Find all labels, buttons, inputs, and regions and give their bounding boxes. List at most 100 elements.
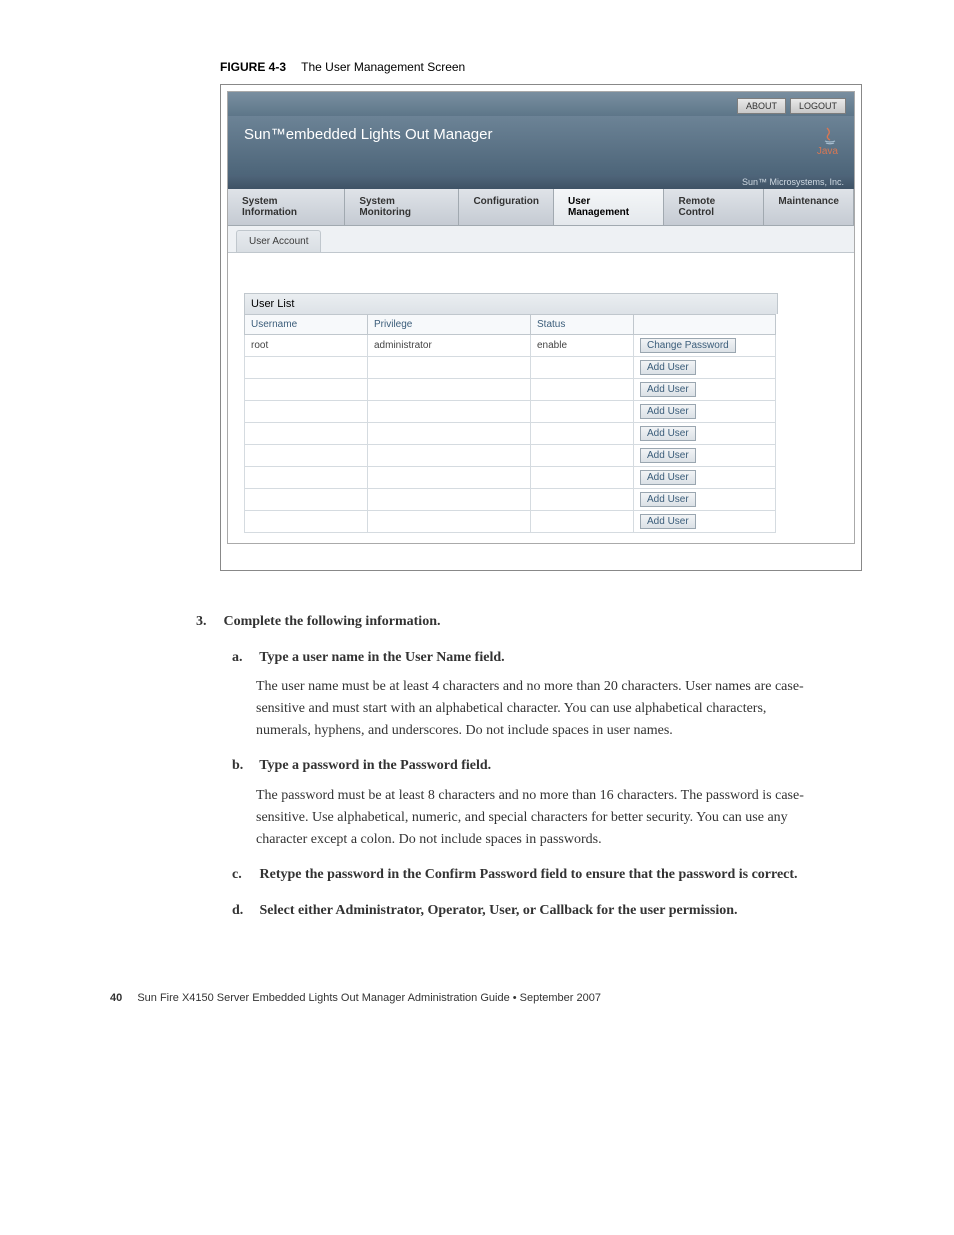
substep-d-title: Select either Administrator, Operator, U… (260, 903, 738, 918)
substep-b-title: Type a password in the Password field. (259, 758, 491, 773)
page-footer: 40 Sun Fire X4150 Server Embedded Lights… (110, 992, 864, 1004)
app-title: Sun™embedded Lights Out Manager (244, 126, 493, 143)
cell-privilege (368, 445, 531, 467)
footer-text: Sun Fire X4150 Server Embedded Lights Ou… (137, 992, 601, 1004)
cell-username (245, 401, 368, 423)
cell-privilege: administrator (368, 335, 531, 357)
add-user-button[interactable]: Add User (640, 492, 696, 507)
java-logo: Java (817, 126, 838, 157)
cell-action: Add User (634, 511, 776, 533)
figure-label: FIGURE 4-3 (220, 60, 286, 74)
column-username: Username (245, 315, 368, 335)
cell-status (531, 379, 634, 401)
step-3-text: Complete the following information. (224, 614, 441, 629)
cell-status (531, 423, 634, 445)
substep-b-letter: b. (232, 755, 256, 777)
column-status: Status (531, 315, 634, 335)
cell-privilege (368, 379, 531, 401)
cell-action: Add User (634, 445, 776, 467)
substep-a-letter: a. (232, 647, 256, 669)
tabs-bar: System InformationSystem MonitoringConfi… (228, 189, 854, 226)
cell-action: Add User (634, 423, 776, 445)
user-list-title: User List (244, 293, 778, 314)
cell-username (245, 511, 368, 533)
screenshot-header: Sun™embedded Lights Out Manager Java (228, 116, 854, 175)
screenshot-topbar: ABOUT LOGOUT (228, 92, 854, 116)
table-row: Add User (245, 467, 776, 489)
cell-status (531, 445, 634, 467)
add-user-button[interactable]: Add User (640, 404, 696, 419)
cell-privilege (368, 489, 531, 511)
table-row: Add User (245, 401, 776, 423)
column-privilege: Privilege (368, 315, 531, 335)
tab-remote-control[interactable]: Remote Control (664, 189, 764, 225)
cell-action: Add User (634, 489, 776, 511)
cell-username (245, 423, 368, 445)
brand-line: Sun™ Microsystems, Inc. (228, 175, 854, 189)
cell-privilege (368, 511, 531, 533)
cell-username: root (245, 335, 368, 357)
change-password-button[interactable]: Change Password (640, 338, 736, 353)
cell-action: Change Password (634, 335, 776, 357)
cell-privilege (368, 467, 531, 489)
add-user-button[interactable]: Add User (640, 470, 696, 485)
cell-username (245, 489, 368, 511)
cell-action: Add User (634, 401, 776, 423)
substep-c-letter: c. (232, 864, 256, 886)
cell-status (531, 489, 634, 511)
cell-username (245, 357, 368, 379)
cell-username (245, 467, 368, 489)
table-row: Add User (245, 511, 776, 533)
figure-caption-text: The User Management Screen (301, 60, 465, 74)
logout-button[interactable]: LOGOUT (790, 98, 846, 114)
cell-status (531, 357, 634, 379)
page-number: 40 (110, 992, 122, 1004)
tab-maintenance[interactable]: Maintenance (764, 189, 854, 225)
cell-status (531, 467, 634, 489)
cell-privilege (368, 357, 531, 379)
screenshot-container: ABOUT LOGOUT Sun™embedded Lights Out Man… (220, 84, 862, 571)
tab-system-information[interactable]: System Information (228, 189, 345, 225)
subtabs-bar: User Account (228, 226, 854, 253)
substep-c-title: Retype the password in the Confirm Passw… (260, 867, 798, 882)
java-icon (822, 126, 838, 146)
add-user-button[interactable]: Add User (640, 360, 696, 375)
figure-caption: FIGURE 4-3 The User Management Screen (220, 60, 864, 74)
table-row: rootadministratorenable Change Password (245, 335, 776, 357)
step-3-number: 3. (196, 611, 220, 633)
about-button[interactable]: ABOUT (737, 98, 786, 114)
table-row: Add User (245, 379, 776, 401)
cell-status: enable (531, 335, 634, 357)
add-user-button[interactable]: Add User (640, 382, 696, 397)
substep-d-letter: d. (232, 900, 256, 922)
substep-c: c. Retype the password in the Confirm Pa… (256, 864, 864, 886)
column-action (634, 315, 776, 335)
substep-d: d. Select either Administrator, Operator… (256, 900, 864, 922)
user-list-table: Username Privilege Status rootadministra… (244, 314, 776, 533)
table-row: Add User (245, 357, 776, 379)
cell-status (531, 401, 634, 423)
substep-a: a. Type a user name in the User Name fie… (256, 647, 864, 669)
cell-action: Add User (634, 379, 776, 401)
table-row: Add User (245, 489, 776, 511)
add-user-button[interactable]: Add User (640, 514, 696, 529)
java-label: Java (817, 147, 838, 157)
cell-privilege (368, 423, 531, 445)
cell-action: Add User (634, 357, 776, 379)
cell-privilege (368, 401, 531, 423)
table-row: Add User (245, 423, 776, 445)
cell-username (245, 445, 368, 467)
tab-configuration[interactable]: Configuration (459, 189, 554, 225)
cell-action: Add User (634, 467, 776, 489)
cell-username (245, 379, 368, 401)
add-user-button[interactable]: Add User (640, 426, 696, 441)
add-user-button[interactable]: Add User (640, 448, 696, 463)
substep-a-title: Type a user name in the User Name field. (259, 650, 504, 665)
substep-b-body: The password must be at least 8 characte… (256, 785, 816, 850)
tab-system-monitoring[interactable]: System Monitoring (345, 189, 459, 225)
tab-user-management[interactable]: User Management (554, 189, 664, 225)
substep-a-body: The user name must be at least 4 charact… (256, 676, 816, 741)
step-3: 3. Complete the following information. (220, 611, 864, 633)
subtab-user-account[interactable]: User Account (236, 230, 321, 252)
cell-status (531, 511, 634, 533)
